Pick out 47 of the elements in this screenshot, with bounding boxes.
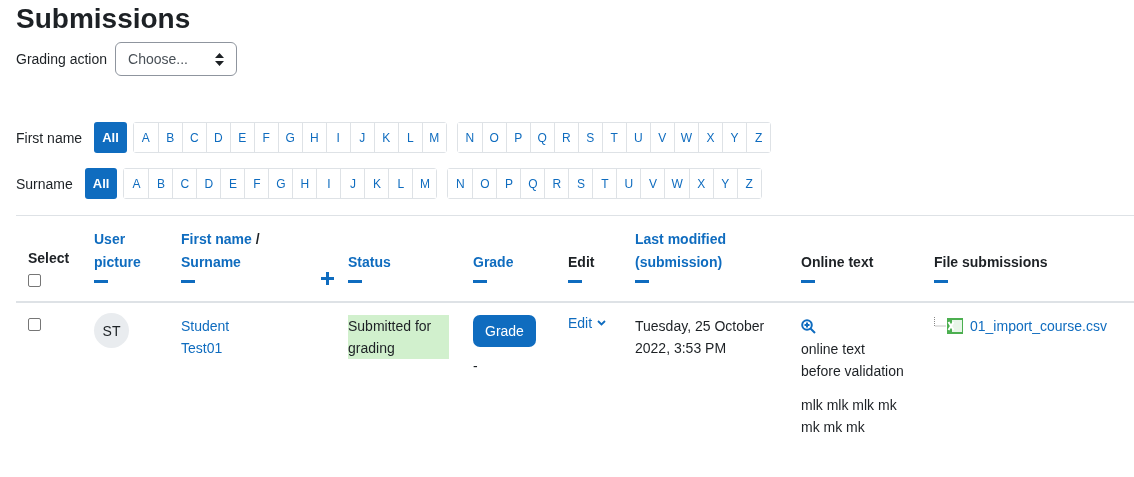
- column-header: File submissions: [934, 254, 1048, 270]
- collapse-icon[interactable]: [94, 280, 108, 283]
- field-label: Grading action: [16, 51, 108, 67]
- column-header: Edit: [568, 254, 595, 270]
- student-link[interactable]: Student Test01: [181, 315, 251, 359]
- sort-link[interactable]: Grade: [473, 251, 544, 274]
- grade-value: -: [473, 357, 479, 376]
- column-header: Select: [28, 250, 70, 266]
- online-text: online text before validation: [801, 340, 905, 381]
- collapse-icon[interactable]: [635, 280, 649, 283]
- sort-caret-icon: [215, 52, 225, 66]
- user-avatar: ST: [94, 313, 129, 348]
- grading-action-select[interactable]: Choose...: [115, 42, 238, 76]
- zoom-in-icon[interactable]: [801, 319, 816, 334]
- status-label: Submitted for grading: [348, 315, 449, 359]
- collapse-icon[interactable]: [348, 280, 362, 283]
- file-link[interactable]: 01_import_course.csv: [970, 315, 1107, 337]
- sort-link[interactable]: Surname: [181, 254, 241, 270]
- sort-link[interactable]: Last modified (submission): [635, 228, 777, 274]
- separator: /: [255, 231, 260, 247]
- all-letters-button[interactable]: All: [94, 122, 127, 153]
- letter-button[interactable]: Z: [736, 169, 761, 198]
- column-header: Online text: [801, 254, 874, 270]
- letter-button[interactable]: Z: [746, 123, 771, 152]
- sort-link[interactable]: Status: [348, 251, 449, 274]
- collapse-icon[interactable]: [568, 280, 582, 283]
- collapse-icon[interactable]: [801, 280, 815, 283]
- filter-label: First name: [16, 129, 83, 146]
- sort-link[interactable]: First name: [181, 231, 252, 247]
- collapse-icon[interactable]: [934, 280, 948, 283]
- grade-button[interactable]: Grade: [473, 315, 536, 347]
- select-all-checkbox[interactable]: [28, 274, 41, 287]
- sort-link[interactable]: User picture: [94, 228, 157, 274]
- expand-icon[interactable]: [321, 272, 334, 285]
- collapse-icon[interactable]: [181, 280, 195, 283]
- row-checkbox[interactable]: [28, 318, 41, 331]
- online-text: mlk mlk mlk mk mk mk mk: [801, 396, 898, 437]
- collapse-icon[interactable]: [473, 280, 487, 283]
- modified-date: Tuesday, 25 October 2022, 3:53 PM: [635, 318, 765, 356]
- caret-icon: [597, 320, 607, 326]
- letter-button[interactable]: M: [421, 123, 446, 152]
- spreadsheet-file-icon: [934, 317, 964, 335]
- page-title: Submissions: [16, 2, 192, 36]
- all-letters-button[interactable]: All: [84, 168, 118, 199]
- filter-label: Surname: [16, 175, 73, 192]
- letter-button[interactable]: M: [412, 169, 437, 198]
- edit-menu-button[interactable]: Edit: [568, 315, 607, 331]
